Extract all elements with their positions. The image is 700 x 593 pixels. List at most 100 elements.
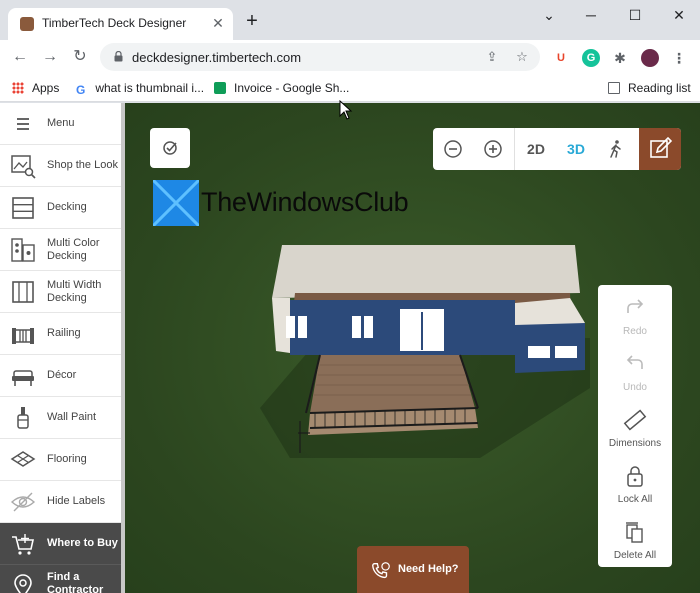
maximize-button[interactable]: ☐ (624, 6, 646, 24)
sidebar-scrollbar[interactable] (121, 103, 125, 593)
deck-designer-app: TheWindowsClub 2D 3D Redo Undo Dimension… (0, 103, 700, 593)
redo-label: Redo (623, 326, 647, 337)
edit-button[interactable] (639, 128, 681, 170)
bookmark-apps[interactable]: Apps (12, 80, 59, 96)
cart-icon (12, 534, 34, 555)
multi-width-decking-icon (12, 281, 34, 303)
sidebar-item-label: Décor (47, 369, 77, 381)
minimize-button[interactable]: ─ (580, 6, 602, 24)
chrome-menu-icon[interactable]: ⋮ (670, 49, 688, 67)
sidebar-item-wall-paint[interactable]: Wall Paint (0, 397, 121, 439)
sidebar-item-label: Find a Contractor (47, 571, 104, 593)
shop-the-look-icon (11, 155, 36, 179)
sidebar-item-label: Multi Color Decking (47, 236, 100, 262)
decking-icon (12, 197, 34, 219)
extensions-puzzle-icon[interactable]: ✱ (611, 49, 629, 67)
phone-chat-icon (372, 562, 390, 579)
share-icon[interactable]: ⇪ (484, 49, 500, 65)
lock-all-button[interactable]: Lock All (598, 457, 672, 513)
sidebar-item-flooring[interactable]: Flooring (0, 439, 121, 481)
tab-strip: TimberTech Deck Designer ✕ + ⌄ ─ ☐ ✕ (0, 0, 700, 40)
back-arrow-icon[interactable]: ← (10, 47, 30, 67)
sidebar-item-label: Multi Width Decking (47, 278, 102, 304)
walk-mode-button[interactable] (596, 128, 636, 170)
browser-tab[interactable]: TimberTech Deck Designer ✕ (8, 8, 233, 40)
deck-3d-scene[interactable] (250, 243, 610, 458)
forward-arrow-icon[interactable]: → (40, 47, 60, 67)
eye-icon (10, 492, 36, 512)
zoom-in-button[interactable] (473, 128, 513, 170)
close-window-button[interactable]: ✕ (668, 6, 690, 24)
sidebar-item-hide-labels[interactable]: Hide Labels (0, 481, 121, 523)
mouse-cursor-icon (339, 100, 353, 120)
delete-all-icon (626, 522, 643, 543)
undo-button[interactable]: Undo (598, 345, 672, 401)
sidebar-item-where-to-buy[interactable]: Where to Buy (0, 523, 121, 565)
decor-icon (12, 370, 34, 386)
multi-color-decking-icon (11, 238, 35, 262)
lock-icon (114, 51, 123, 62)
sidebar-item-label: Shop the Look (47, 159, 118, 171)
sidebar-item-label: Wall Paint (47, 411, 97, 423)
lock-icon (627, 466, 643, 487)
sidebar-item-multi-color-decking[interactable]: Multi Color Decking (0, 229, 121, 271)
undo-label: Undo (623, 382, 647, 393)
bookmark-thumbnail[interactable]: Gwhat is thumbnail i... (76, 80, 204, 97)
check-circle-icon (163, 141, 177, 155)
undo-icon (626, 355, 643, 369)
new-tab-button[interactable]: + (242, 11, 262, 32)
tab-title: TimberTech Deck Designer (42, 16, 187, 30)
dimensions-button[interactable]: Dimensions (598, 401, 672, 457)
need-help-label: Need Help? (398, 563, 459, 575)
grammarly-icon[interactable]: G (582, 49, 600, 67)
edit-icon (650, 136, 673, 158)
sidebar-item-label: Decking (47, 201, 87, 213)
sidebar-item-label: Flooring (47, 453, 87, 465)
lock-all-label: Lock All (617, 494, 653, 505)
address-bar[interactable]: deckdesigner.timbertech.com ⇪ ☆ (100, 43, 540, 71)
sidebar-item-multi-width-decking[interactable]: Multi Width Decking (0, 271, 121, 313)
sidebar-item-find-a-contractor[interactable]: Find a Contractor (0, 565, 121, 593)
url-text: deckdesigner.timbertech.com (132, 50, 302, 65)
reload-icon[interactable]: ↻ (70, 47, 90, 67)
reading-list[interactable]: Reading list (608, 80, 691, 96)
railing-icon (12, 328, 34, 344)
sidebar-item-decking[interactable]: Decking (0, 187, 121, 229)
zoom-out-button[interactable] (433, 128, 473, 170)
view-3d-button[interactable]: 3D (556, 128, 596, 170)
redo-icon (627, 299, 644, 313)
sidebar-item-shop-the-look[interactable]: Shop the Look (0, 145, 121, 187)
zoom-in-icon (484, 140, 502, 158)
tab-search-chevron-icon[interactable]: ⌄ (538, 6, 560, 24)
redo-button[interactable]: Redo (598, 289, 672, 345)
ruler-icon (623, 409, 647, 431)
sidebar: Menu Shop the Look Decking Multi Color D… (0, 103, 121, 593)
sidebar-item-railing[interactable]: Railing (0, 313, 121, 355)
view-2d-button[interactable]: 2D (516, 128, 556, 170)
profile-avatar[interactable] (641, 49, 659, 67)
flooring-icon (10, 451, 36, 467)
bookmark-invoice[interactable]: Invoice - Google Sh... (214, 80, 349, 96)
need-help-button[interactable]: Need Help? (357, 546, 469, 593)
location-pin-icon (14, 574, 32, 593)
watermark-text: TheWindowsClub (201, 187, 409, 217)
bookmark-star-icon[interactable]: ☆ (514, 49, 530, 65)
thewindowsclub-logo-icon (153, 180, 199, 226)
google-sheets-icon (214, 82, 226, 94)
google-icon: G (76, 83, 86, 97)
dimensions-label: Dimensions (608, 438, 662, 449)
delete-all-button[interactable]: Delete All (598, 513, 672, 569)
sidebar-item-menu[interactable]: Menu (0, 103, 121, 145)
bookmarks-bar: Apps Gwhat is thumbnail i... Invoice - G… (0, 74, 700, 102)
browser-window: TimberTech Deck Designer ✕ + ⌄ ─ ☐ ✕ ← →… (0, 0, 700, 593)
hamburger-icon (17, 118, 29, 130)
extension-u-icon[interactable]: U (552, 49, 570, 67)
sidebar-item-decor[interactable]: Décor (0, 355, 121, 397)
close-tab-icon[interactable]: ✕ (210, 15, 226, 31)
wall-paint-icon (17, 407, 29, 429)
timbertech-favicon-icon (20, 17, 34, 31)
check-button[interactable] (150, 128, 190, 168)
sidebar-item-label: Where to Buy (47, 537, 118, 549)
delete-all-label: Delete All (613, 550, 657, 561)
sidebar-item-label: Hide Labels (47, 495, 106, 507)
